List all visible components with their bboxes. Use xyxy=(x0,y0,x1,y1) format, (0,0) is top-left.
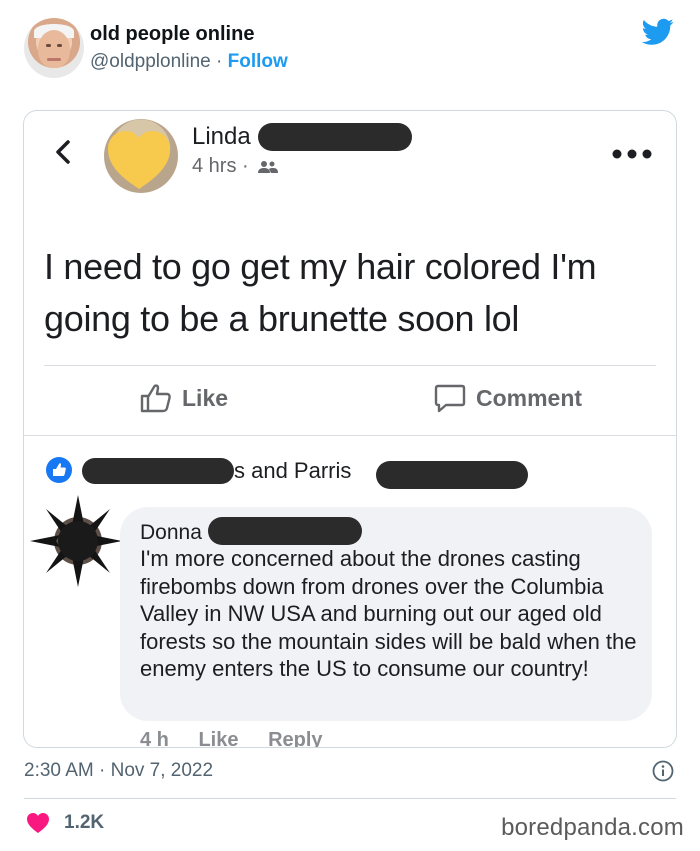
like-count-row[interactable]: 1.2K xyxy=(26,812,104,834)
post-author-name[interactable]: Linda xyxy=(192,123,251,151)
footer-divider xyxy=(24,798,676,799)
heart-icon[interactable] xyxy=(26,812,50,834)
tweet-timestamp[interactable]: 2:30 AM · Nov 7, 2022 xyxy=(24,760,213,782)
comment-author-name[interactable]: Donna xyxy=(140,521,202,545)
donna-avatar-starburst-icon[interactable] xyxy=(30,495,122,587)
more-options-icon[interactable] xyxy=(612,149,652,159)
redacted-reactor-surname xyxy=(376,461,528,489)
author-handle-row: @oldpplonline · Follow xyxy=(90,51,288,73)
redacted-reactor-name xyxy=(82,458,234,484)
thumbs-up-icon xyxy=(140,384,171,413)
reactors-text[interactable]: s and Parris xyxy=(234,458,351,484)
comment-time[interactable]: 4 h xyxy=(140,729,169,747)
redacted-surname xyxy=(258,123,412,151)
post-time[interactable]: 4 hrs xyxy=(192,155,236,177)
follow-button[interactable]: Follow xyxy=(228,51,288,72)
back-chevron-icon[interactable] xyxy=(52,139,74,165)
author-display-name[interactable]: old people online xyxy=(90,23,254,46)
like-reaction-icon[interactable] xyxy=(46,457,72,483)
facebook-post-screenshot: Linda 4 hrs · I need to go get my hair c… xyxy=(23,110,677,748)
twitter-bird-icon[interactable] xyxy=(642,18,674,46)
separator-dot: · xyxy=(216,51,223,72)
comment-text: I'm more concerned about the drones cast… xyxy=(140,546,637,681)
tweet-header: old people online @oldpplonline · Follow xyxy=(24,18,676,80)
like-button[interactable]: Like xyxy=(140,383,228,413)
post-text: I need to go get my hair colored I'm goi… xyxy=(44,246,597,339)
like-count: 1.2K xyxy=(64,812,105,833)
comment-button[interactable]: Comment xyxy=(434,383,582,413)
meta-dot: · xyxy=(242,155,249,177)
heart-emoji-icon xyxy=(108,131,170,189)
post-divider xyxy=(44,365,656,366)
author-avatar[interactable] xyxy=(24,18,84,78)
like-label: Like xyxy=(182,384,229,411)
comment-actions: 4 h Like Reply xyxy=(140,729,347,747)
friends-icon xyxy=(258,160,279,173)
info-icon[interactable] xyxy=(652,760,674,782)
actions-divider xyxy=(24,435,676,436)
comment-like-link[interactable]: Like xyxy=(198,729,238,747)
redacted-commenter-surname xyxy=(208,517,362,545)
comment-bubble: Donna I'm more concerned about the drone… xyxy=(120,507,652,721)
post-meta: 4 hrs · xyxy=(192,155,279,178)
author-handle[interactable]: @oldpplonline xyxy=(90,51,211,72)
watermark: boredpanda.com xyxy=(501,814,684,841)
comment-bubble-icon xyxy=(434,384,466,413)
comment-label: Comment xyxy=(476,384,583,411)
comment-reply-link[interactable]: Reply xyxy=(268,729,322,747)
